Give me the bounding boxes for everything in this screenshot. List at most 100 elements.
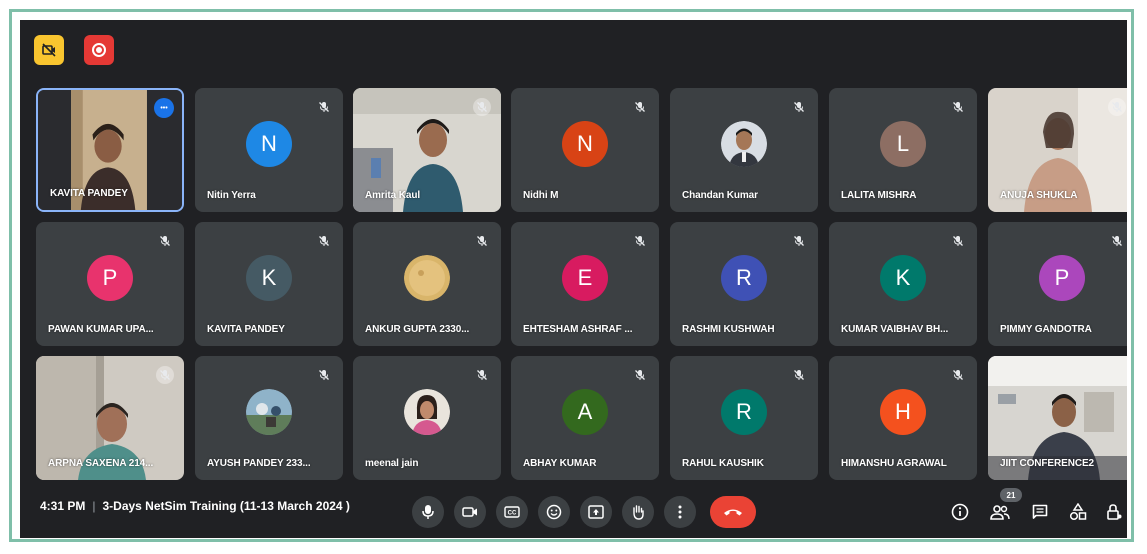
participant-name: HIMANSHU AGRAWAL [841,458,947,469]
chat-button[interactable] [1028,500,1052,524]
participant-avatar: E [562,255,608,301]
mic-off-icon [156,366,174,384]
captions-icon: CC [504,506,520,518]
raise-hand-button[interactable] [622,496,654,528]
participant-avatar: N [562,121,608,167]
shapes-icon [1069,503,1087,521]
participant-tile[interactable]: AYUSH PANDEY 233... [195,356,343,480]
emoji-button[interactable] [538,496,570,528]
participant-name: ANKUR GUPTA 2330... [365,324,470,335]
camera-icon [462,507,477,517]
people-button[interactable]: 21 [988,488,1022,524]
participant-name: AYUSH PANDEY 233... [207,458,311,469]
participant-avatar: P [1039,255,1085,301]
participant-name: meenal jain [365,458,419,469]
host-controls-button[interactable] [1102,500,1126,524]
participant-tile[interactable]: R RASHMI KUSHWAH [670,222,818,346]
participant-avatar: N [246,121,292,167]
more-options-button[interactable] [664,496,696,528]
participant-tile[interactable]: ARPNA SAXENA 214... [36,356,184,480]
participant-name: ARPNA SAXENA 214... [48,458,154,469]
mic-off-icon [473,366,491,384]
mic-off-icon [315,98,333,116]
mic-off-icon [156,232,174,250]
mic-off-icon [790,232,808,250]
participant-tile[interactable]: ANKUR GUPTA 2330... [353,222,501,346]
participant-tile[interactable]: L LALITA MISHRA [829,88,977,212]
mic-off-icon [949,98,967,116]
participant-name: KAVITA PANDEY [207,324,285,335]
bottom-bar: 4:31 PM | 3-Days NetSim Training (11-13 Ma… [20,486,1127,538]
microphone-icon [422,505,434,519]
present-icon [588,505,604,519]
phone-end-icon [724,509,742,516]
participant-name: Chandan Kumar [682,190,758,201]
participant-name: ABHAY KUMAR [523,458,597,469]
chat-icon [1032,504,1048,519]
mic-off-icon [790,366,808,384]
participant-tile[interactable]: A ABHAY KUMAR [511,356,659,480]
participant-avatar: L [880,121,926,167]
participant-tile[interactable]: ••• KAVITA PANDEY [36,88,184,212]
participant-tile[interactable]: Amrita Kaul [353,88,501,212]
participant-avatar: R [721,389,767,435]
activities-button[interactable] [1066,500,1090,524]
participant-avatar: K [880,255,926,301]
people-icon [990,505,1010,520]
meeting-details-button[interactable] [948,500,972,524]
participant-tile[interactable]: E EHTESHAM ASHRAF ... [511,222,659,346]
participant-tile[interactable]: P PIMMY GANDOTRA [988,222,1127,346]
captions-button[interactable]: CC [496,496,528,528]
participant-avatar: P [87,255,133,301]
participant-name: RAHUL KAUSHIK [682,458,764,469]
participant-name: PIMMY GANDOTRA [1000,324,1092,335]
participant-tile[interactable]: Chandan Kumar [670,88,818,212]
mic-off-icon [1108,98,1126,116]
participant-tile[interactable]: K KAVITA PANDEY [195,222,343,346]
meeting-info-separator: | [92,499,96,513]
participant-tile[interactable]: ANUJA SHUKLA [988,88,1127,212]
mic-off-icon [631,98,649,116]
record-icon [92,43,106,57]
leave-call-button[interactable] [710,496,756,528]
participant-name: ANUJA SHUKLA [1000,190,1078,201]
participant-avatar: R [721,255,767,301]
emoji-icon [546,504,562,520]
meeting-info: 4:31 PM | 3-Days NetSim Training (11-13 Ma… [40,499,350,513]
mic-off-icon [473,98,491,116]
participant-name: PAWAN KUMAR UPA... [48,324,154,335]
participant-avatar: A [562,389,608,435]
participant-count-badge: 21 [1000,488,1022,502]
meeting-time: 4:31 PM [40,499,86,513]
mic-off-icon [790,98,808,116]
mic-off-icon [315,366,333,384]
participant-tile[interactable]: N Nitin Yerra [195,88,343,212]
hand-icon [633,505,644,520]
participant-tile[interactable]: meenal jain [353,356,501,480]
participant-tile[interactable]: H HIMANSHU AGRAWAL [829,356,977,480]
participant-tile[interactable]: JIIT CONFERENCE2 [988,356,1127,480]
participant-tile[interactable]: K KUMAR VAIBHAV BH... [829,222,977,346]
participant-name: RASHMI KUSHWAH [682,324,775,335]
participant-avatar: H [880,389,926,435]
participant-name: Nidhi M [523,190,559,201]
mic-off-icon [949,232,967,250]
more-options-icon[interactable]: ••• [154,98,174,118]
svg-text:CC: CC [508,511,517,517]
participant-name: Nitin Yerra [207,190,256,201]
participant-tile[interactable]: N Nidhi M [511,88,659,212]
present-button[interactable] [580,496,612,528]
recording-indicator[interactable] [84,35,114,65]
camera-off-icon [42,43,56,57]
participant-tile[interactable]: R RAHUL KAUSHIK [670,356,818,480]
microphone-button[interactable] [412,496,444,528]
participant-name: Amrita Kaul [365,190,421,201]
participant-tile[interactable]: P PAWAN KUMAR UPA... [36,222,184,346]
participant-name: EHTESHAM ASHRAF ... [523,324,633,335]
participant-name: KUMAR VAIBHAV BH... [841,324,949,335]
camera-off-indicator[interactable] [34,35,64,65]
mic-off-icon [315,232,333,250]
mic-off-icon [1108,232,1126,250]
mic-off-icon [631,232,649,250]
camera-button[interactable] [454,496,486,528]
